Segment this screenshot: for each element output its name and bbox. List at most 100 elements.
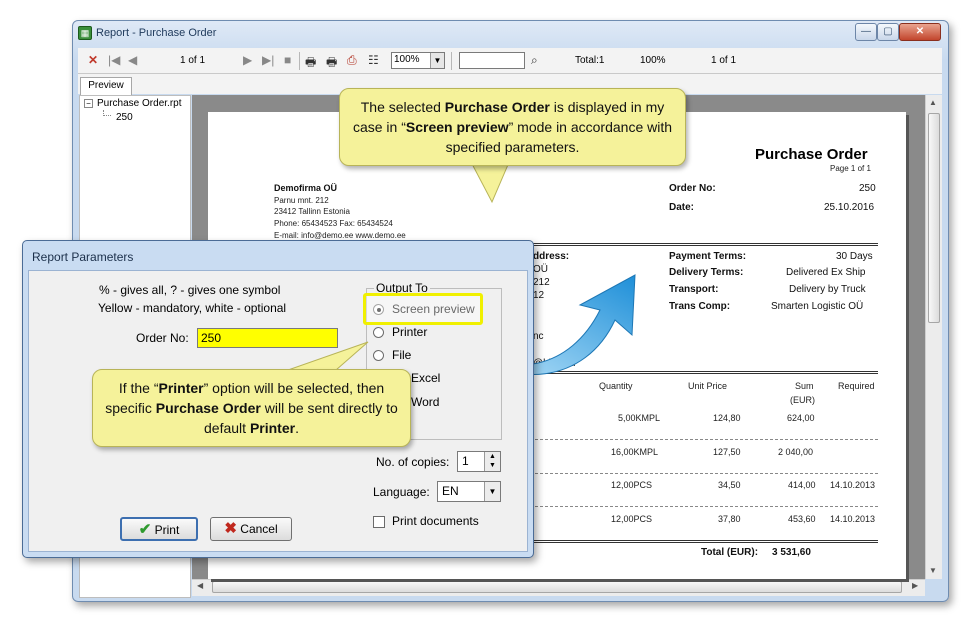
close-report-icon[interactable]: ✕ [88,53,98,67]
chevron-down-icon[interactable]: ▼ [484,482,500,501]
tree-item-250[interactable]: 250 [116,112,133,123]
header-divider [530,243,878,246]
cell-quantity: 5,00KMPL [618,413,661,423]
terms-value: Delivery by Truck [789,284,866,295]
print-setup-icon[interactable]: 🖶 [326,53,337,74]
dialog-title: Report Parameters [32,250,134,264]
callout-emphasis: Printer [249,420,296,436]
row-divider [530,473,878,474]
tree-connector [103,110,111,116]
export-icon[interactable]: ⎙ [347,53,357,68]
company-email: E-mail: info@demo.ee www.demo.ee [274,231,406,240]
minimize-button[interactable]: — [855,23,877,41]
terms-value: Delivered Ex Ship [786,267,866,278]
callout-emphasis: Screen preview [405,119,509,135]
language-label: Language: [373,485,430,499]
next-page-icon[interactable]: ▶ [243,53,252,67]
search-input[interactable] [459,52,525,69]
cell-sum: 2 040,00 [778,447,814,457]
terms-label: Trans Comp: [669,301,731,312]
option-printer[interactable]: Printer [392,325,427,339]
chevron-down-icon[interactable]: ▼ [430,53,444,68]
company-name: Demofirma OÜ [274,183,338,193]
option-excel[interactable]: Excel [411,371,440,385]
cell-required: 14.10.2013 [830,480,876,490]
window-title: Report - Purchase Order [96,27,217,39]
copies-label: No. of copies: [376,455,450,469]
scroll-down-icon[interactable]: ▼ [929,566,937,575]
total-value: 3 531,60 [772,547,811,558]
option-word[interactable]: Word [411,395,439,409]
hint-colors: Yellow - mandatory, white - optional [98,301,287,315]
maximize-button[interactable]: ▢ [877,23,899,41]
tab-preview[interactable]: Preview [80,77,132,95]
cell-quantity: 12,00PCS [611,480,653,490]
toolbar-divider [299,52,300,70]
print-documents-checkbox[interactable] [373,516,385,528]
row-divider [530,439,878,440]
cell-quantity: 16,00KMPL [611,447,659,457]
callout-emphasis: Printer [158,380,204,396]
horizontal-scroll-thumb[interactable] [212,581,902,593]
callout-text: If the “ [118,380,159,396]
cancel-button[interactable]: ✖ Cancel [210,517,292,541]
print-documents-label: Print documents [392,514,479,528]
page-number: Page 1 of 1 [830,164,871,173]
stepper-arrows-icon[interactable]: ▲ ▼ [484,452,500,471]
collapse-icon[interactable]: − [84,99,93,108]
total-divider [530,540,878,543]
option-file[interactable]: File [392,348,411,362]
cell-unit-price: 34,50 [718,480,741,490]
terms-label: Transport: [669,284,719,295]
terms-label: Delivery Terms: [669,267,744,278]
copies-stepper[interactable]: 1 ▲ ▼ [457,451,501,472]
order-no-value: 250 [859,183,876,194]
copies-value: 1 [462,454,469,468]
report-title: Purchase Order [755,146,868,163]
cell-unit-price: 124,80 [713,413,741,423]
total-records: Total:1 [575,55,605,66]
callout-printer: If the “Printer” option will be selected… [92,369,411,447]
zoom-value: 100% [394,54,420,65]
cell-required: 14.10.2013 [830,514,876,524]
print-button-label: Print [154,523,180,537]
scroll-right-icon[interactable]: ▶ [912,581,918,590]
app-icon: ▦ [78,26,92,40]
column-header-sum-unit: (EUR) [790,395,815,405]
first-page-icon[interactable]: |◀ [108,53,120,67]
cell-sum: 453,60 [788,514,816,524]
binoculars-icon[interactable]: ⌕ [531,53,538,68]
prev-page-icon[interactable]: ◀ [128,53,137,67]
terms-label: Payment Terms: [669,251,747,262]
language-value: EN [442,484,459,498]
callout-text: The selected [360,99,445,115]
cell-unit-price: 37,80 [718,514,741,524]
callout-text: . [295,420,299,436]
company-address1: Parnu mnt. 212 [274,196,329,205]
scroll-up-icon[interactable]: ▲ [929,98,937,107]
group-tree-icon[interactable]: ☷ [368,53,379,67]
vertical-scroll-thumb[interactable] [928,113,940,323]
close-window-button[interactable]: ✕ [899,23,941,41]
zoom-select[interactable]: 100% ▼ [391,52,445,69]
page-indicator: 1 of 1 [180,55,206,66]
stop-icon[interactable]: ■ [284,53,291,67]
terms-value: 30 Days [836,251,873,262]
print-icon[interactable]: 🖶 [305,53,316,74]
tree-item-root[interactable]: Purchase Order.rpt [97,98,181,109]
last-page-icon[interactable]: ▶| [262,53,274,67]
scroll-left-icon[interactable]: ◀ [197,581,203,590]
radio-printer[interactable] [373,327,384,338]
print-button[interactable]: ✔ Print [120,517,198,541]
cancel-button-label: Cancel [240,522,278,536]
radio-file[interactable] [373,350,384,361]
column-header-unit-price: Unit Price [688,381,728,391]
column-header-required: Required [838,381,875,391]
language-select[interactable]: EN ▼ [437,481,501,502]
callout-emphasis: Purchase Order [444,99,550,115]
toolbar-divider [451,52,452,70]
cell-quantity: 12,00PCS [611,514,653,524]
screen-preview-highlight [363,293,483,325]
order-no-label: Order No: [136,331,189,345]
date-label: Date: [669,202,695,213]
